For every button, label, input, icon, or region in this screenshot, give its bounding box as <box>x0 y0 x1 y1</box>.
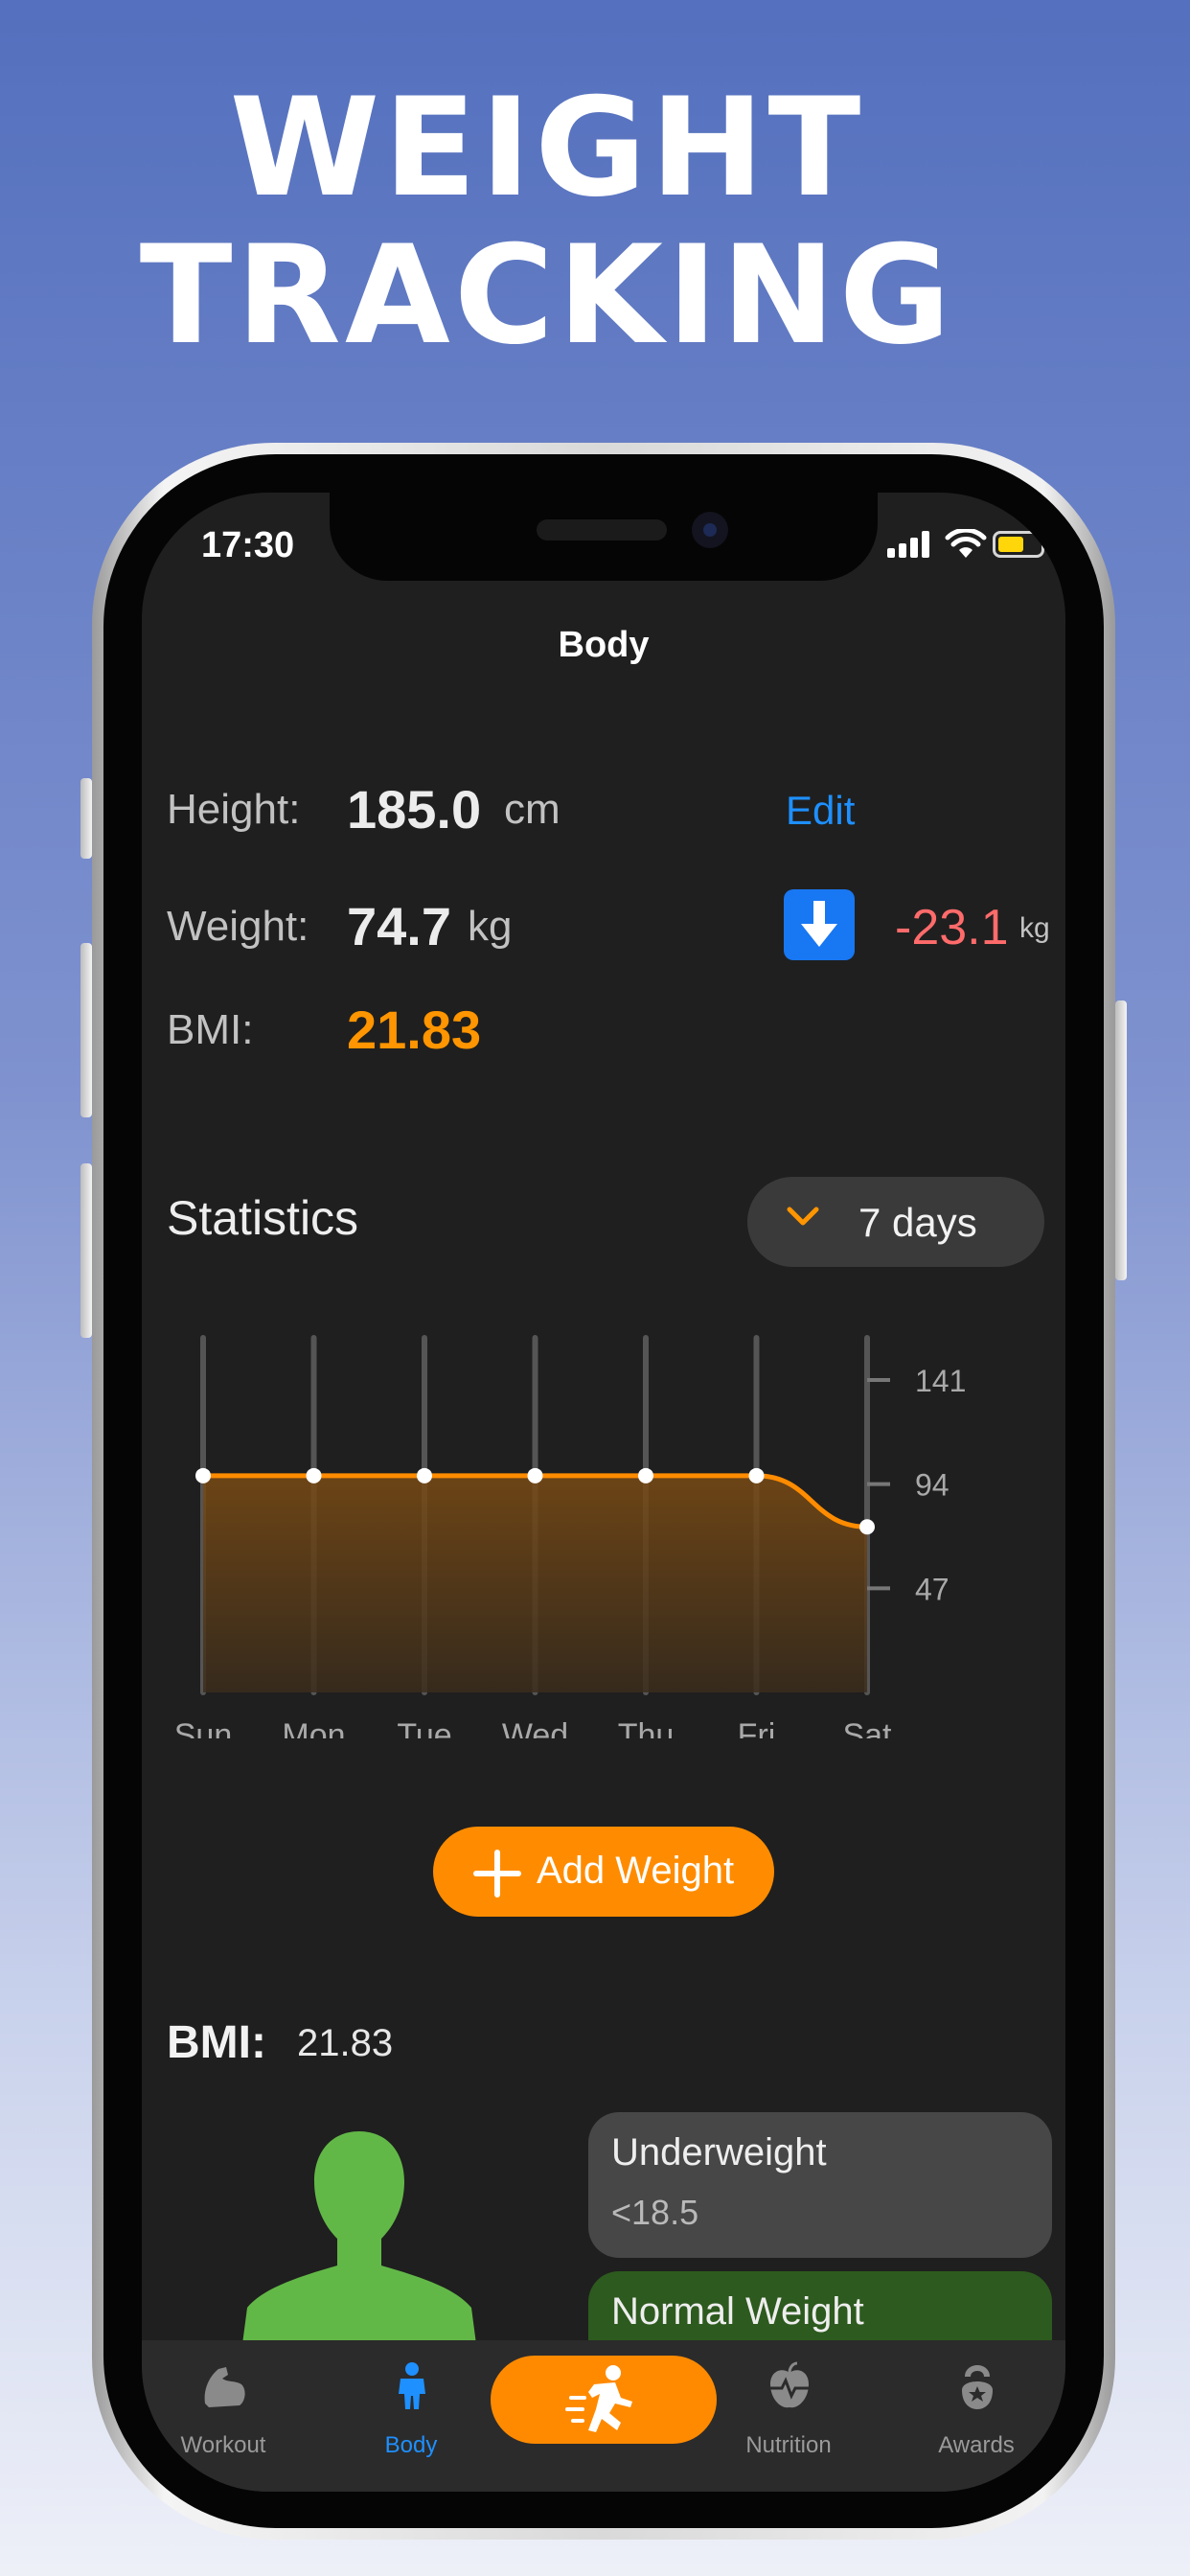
statistics-title: Statistics <box>167 1191 359 1245</box>
range-selector-label: 7 days <box>858 1200 977 1245</box>
apple-heartbeat-icon <box>770 2361 809 2408</box>
volume-up-button <box>80 943 92 1117</box>
weight-unit: kg <box>468 903 513 950</box>
chart-xtick-label: Wed <box>502 1717 568 1738</box>
bmi-card-name: Underweight <box>611 2131 827 2174</box>
tab-awards[interactable]: Awards <box>904 2356 1048 2461</box>
chevron-down-icon <box>787 1207 819 1226</box>
tab-label: Awards <box>938 2432 1015 2458</box>
mute-switch <box>80 778 92 859</box>
chart-point <box>195 1467 211 1484</box>
person-icon <box>399 2362 425 2409</box>
edit-button[interactable]: Edit <box>786 788 855 834</box>
arrow-down-icon <box>784 889 855 960</box>
add-weight-button[interactable]: Add Weight <box>433 1827 774 1917</box>
weight-label: Weight: <box>167 903 309 950</box>
page-title: Body <box>558 625 650 665</box>
weight-change-value: -23.1 <box>895 900 1009 955</box>
speaker <box>537 519 667 540</box>
notch <box>330 493 878 581</box>
chart-xtick-label: Sun <box>174 1717 233 1738</box>
chart-xtick-label: Tue <box>397 1717 451 1738</box>
start-workout-button[interactable] <box>491 2356 717 2444</box>
chart-ytick-label: 141 <box>915 1364 966 1398</box>
chart-xtick-label: Thu <box>618 1717 675 1738</box>
height-unit: cm <box>504 786 561 833</box>
weight-change-unit: kg <box>1019 912 1050 944</box>
chart-xtick-label: Mon <box>282 1717 345 1738</box>
chart-xtick-label: Fri <box>738 1717 776 1738</box>
chart-point <box>638 1467 653 1484</box>
tab-label: Nutrition <box>745 2432 832 2458</box>
tab-label: Body <box>384 2432 438 2458</box>
volume-down-button <box>80 1163 92 1338</box>
battery-icon <box>993 531 1049 558</box>
cellular-signal-icon <box>887 531 931 558</box>
bmi-card-range: <18.5 <box>611 2193 699 2232</box>
tab-nutrition[interactable]: Nutrition <box>717 2356 860 2461</box>
chart-point <box>748 1467 765 1484</box>
chart-ytick-label: 47 <box>915 1572 950 1606</box>
camera <box>692 512 728 548</box>
headline: WEIGHT TRACKING <box>0 75 1094 370</box>
bmi-section-value: 21.83 <box>297 2022 394 2064</box>
bmi-value: 21.83 <box>347 1000 482 1060</box>
tab-label: Workout <box>180 2432 266 2458</box>
weight-chart: 47 94 141 Sun Mon Tue Wed Thu Fri Sat <box>174 1335 966 1738</box>
chart-xtick-label: Sat <box>842 1717 892 1738</box>
plus-icon <box>473 1850 521 1898</box>
tab-bar: Workout Body Nutrition Awards <box>142 2340 1065 2492</box>
add-weight-label: Add Weight <box>537 1850 735 1892</box>
weight-value: 74.7 <box>347 896 451 956</box>
chart-ytick-label: 94 <box>915 1468 950 1503</box>
tab-workout[interactable]: Workout <box>151 2356 295 2461</box>
range-selector[interactable]: 7 days <box>747 1177 1044 1267</box>
bmi-section-label: BMI: <box>167 2017 266 2068</box>
height-value: 185.0 <box>347 779 482 840</box>
headline-line-2: TRACKING <box>139 217 955 375</box>
status-time: 17:30 <box>201 525 295 565</box>
tab-body[interactable]: Body <box>339 2356 483 2461</box>
chart-point <box>859 1519 875 1535</box>
flexed-arm-icon <box>204 2367 245 2407</box>
bmi-card-name: Normal Weight <box>611 2290 864 2333</box>
kettlebell-star-icon <box>962 2365 993 2409</box>
height-label: Height: <box>167 786 301 833</box>
wifi-icon <box>945 529 987 558</box>
app-screen: 17:30 Body Height: 185.0 cm Edit Weight:… <box>142 493 1065 2492</box>
chart-point <box>527 1467 543 1484</box>
power-button <box>1115 1000 1127 1280</box>
chart-area-fill <box>203 1475 867 1692</box>
bmi-label: BMI: <box>167 1006 254 1053</box>
headline-line-1: WEIGHT <box>229 69 865 227</box>
chart-point <box>306 1467 322 1484</box>
bmi-card-underweight: Underweight <18.5 <box>588 2112 1052 2258</box>
running-person-icon <box>565 2365 632 2432</box>
chart-point <box>417 1467 432 1484</box>
